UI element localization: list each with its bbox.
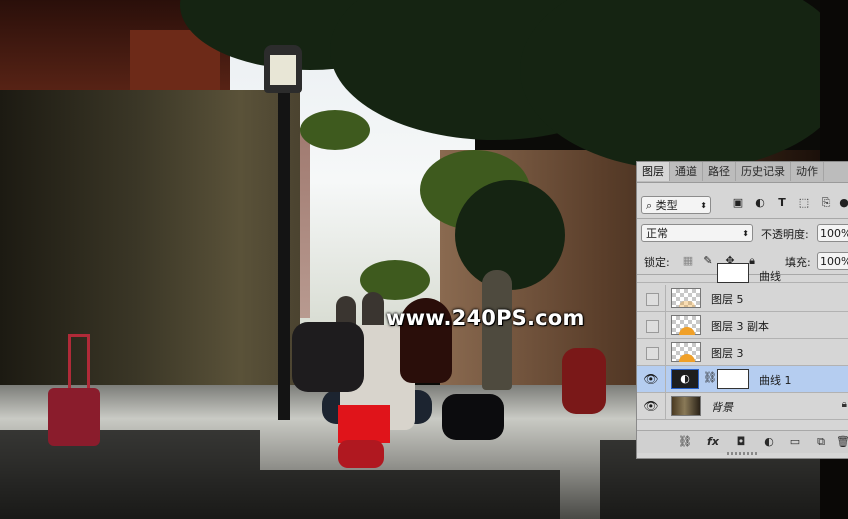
layer-name: 曲线 bbox=[759, 270, 781, 283]
tab-channels[interactable]: 通道 bbox=[670, 162, 703, 181]
red-skirt bbox=[338, 405, 390, 443]
layer-name: 曲线 1 bbox=[759, 374, 792, 387]
divider bbox=[665, 339, 666, 366]
panel-tabs: 图层 通道 路径 历史记录 动作 bbox=[637, 162, 848, 183]
black-bag bbox=[442, 394, 504, 440]
lamp-post bbox=[278, 90, 290, 420]
opacity-label: 不透明度: bbox=[761, 228, 809, 241]
fill-input[interactable]: 100% bbox=[817, 252, 848, 270]
chevron-updown-icon: ⬍ bbox=[742, 229, 749, 238]
watermark-text: www.240PS.com bbox=[386, 306, 585, 330]
layer-name: 图层 5 bbox=[711, 293, 744, 306]
layer-row-selected[interactable]: 👁︎ ◐ ⛓︎ 曲线 1 bbox=[637, 366, 848, 393]
blend-mode-select[interactable]: 正常 ⬍ bbox=[641, 224, 753, 242]
shadow bbox=[0, 430, 260, 519]
layer-name: 图层 3 bbox=[711, 347, 744, 360]
layer-row[interactable]: 图层 3 副本 bbox=[637, 312, 848, 339]
layer-thumbnail bbox=[671, 288, 701, 308]
sun-glyph bbox=[679, 354, 695, 362]
filter-shape-icon[interactable]: ⬚ bbox=[797, 196, 811, 210]
visibility-toggle[interactable] bbox=[646, 320, 659, 333]
layer-name: 背景 bbox=[711, 401, 733, 414]
tree-leaves bbox=[455, 180, 565, 290]
fx-icon[interactable]: fx bbox=[705, 434, 721, 450]
filter-kind-label: 类型 bbox=[655, 199, 678, 212]
lock-pixels-icon[interactable]: ✎ bbox=[701, 254, 715, 268]
add-mask-icon[interactable]: ◘ bbox=[733, 434, 749, 450]
layer-row-background[interactable]: 👁︎ 背景 🔒︎ bbox=[637, 393, 848, 420]
new-layer-icon[interactable]: ⧉ bbox=[813, 434, 829, 450]
filter-toggle-icon[interactable]: ● bbox=[837, 196, 848, 210]
shadow bbox=[260, 470, 560, 519]
filter-adjustment-icon[interactable]: ◐ bbox=[753, 196, 767, 210]
resize-grip[interactable] bbox=[727, 452, 759, 455]
divider bbox=[637, 218, 848, 219]
filter-smart-object-icon[interactable]: ⎘ bbox=[819, 196, 833, 210]
divider bbox=[665, 366, 666, 393]
folder-icon[interactable]: ▭ bbox=[787, 434, 803, 450]
divider bbox=[665, 393, 666, 420]
trash-icon[interactable]: 🗑︎ bbox=[835, 434, 848, 450]
seated-person bbox=[562, 348, 606, 414]
tree-leaves bbox=[300, 110, 370, 150]
sun-glyph bbox=[679, 327, 695, 335]
suitcase-handle bbox=[68, 334, 90, 393]
chain-link-icon[interactable]: ⛓︎ bbox=[703, 371, 717, 387]
layer-row[interactable]: 图层 5 bbox=[637, 285, 848, 312]
layer-mask-thumbnail[interactable] bbox=[717, 369, 749, 389]
filter-type-icon[interactable]: T bbox=[775, 196, 789, 210]
opacity-input[interactable]: 100% bbox=[817, 224, 848, 242]
layer-row[interactable]: 图层 3 bbox=[637, 339, 848, 366]
suitcase bbox=[48, 388, 100, 446]
blend-mode-value: 正常 bbox=[646, 227, 668, 240]
lock-label: 锁定: bbox=[644, 256, 670, 269]
layer-thumbnail bbox=[671, 396, 701, 416]
filter-pixel-icon[interactable]: ▣ bbox=[731, 196, 745, 210]
layer-name: 图层 3 副本 bbox=[711, 320, 769, 333]
tree-canopy bbox=[520, 0, 848, 170]
panel-bottom-toolbar: ⛓︎ fx ◘ ◐ ▭ ⧉ 🗑︎ bbox=[637, 430, 848, 453]
fill-label: 填充: bbox=[785, 256, 811, 269]
curves-adjustment-icon[interactable]: ◐ bbox=[671, 369, 699, 389]
eye-icon[interactable]: 👁︎ bbox=[640, 368, 662, 390]
lamp-glass bbox=[270, 55, 296, 85]
lock-icon: 🔒︎ bbox=[841, 399, 847, 410]
search-icon: ⌕ bbox=[646, 199, 653, 212]
eye-icon[interactable]: 👁︎ bbox=[640, 395, 662, 417]
divider bbox=[665, 312, 666, 339]
backpack bbox=[292, 322, 364, 392]
sun-glyph bbox=[679, 301, 695, 307]
layer-thumbnail bbox=[671, 342, 701, 362]
layer-mask-thumbnail bbox=[717, 263, 749, 283]
layer-thumbnail bbox=[671, 315, 701, 335]
link-icon[interactable]: ⛓︎ bbox=[677, 434, 693, 450]
tab-paths[interactable]: 路径 bbox=[703, 162, 736, 181]
red-shoes bbox=[338, 440, 384, 468]
visibility-toggle[interactable] bbox=[646, 347, 659, 360]
visibility-toggle[interactable] bbox=[646, 293, 659, 306]
layer-row-partial[interactable]: 曲线 bbox=[637, 263, 848, 283]
lock-transparent-icon[interactable]: ▦ bbox=[681, 254, 695, 268]
divider bbox=[665, 285, 666, 312]
layer-filter-select[interactable]: ⌕ 类型 ⬍ bbox=[641, 196, 711, 214]
tab-layers[interactable]: 图层 bbox=[637, 162, 670, 181]
tab-history[interactable]: 历史记录 bbox=[736, 162, 791, 181]
layers-panel: 图层 通道 路径 历史记录 动作 ⌕ 类型 ⬍ ▣ ◐ T ⬚ ⎘ ● 正常 ⬍… bbox=[636, 161, 848, 459]
chevron-updown-icon: ⬍ bbox=[700, 201, 707, 210]
tab-actions[interactable]: 动作 bbox=[791, 162, 824, 181]
adjustment-icon[interactable]: ◐ bbox=[761, 434, 777, 450]
